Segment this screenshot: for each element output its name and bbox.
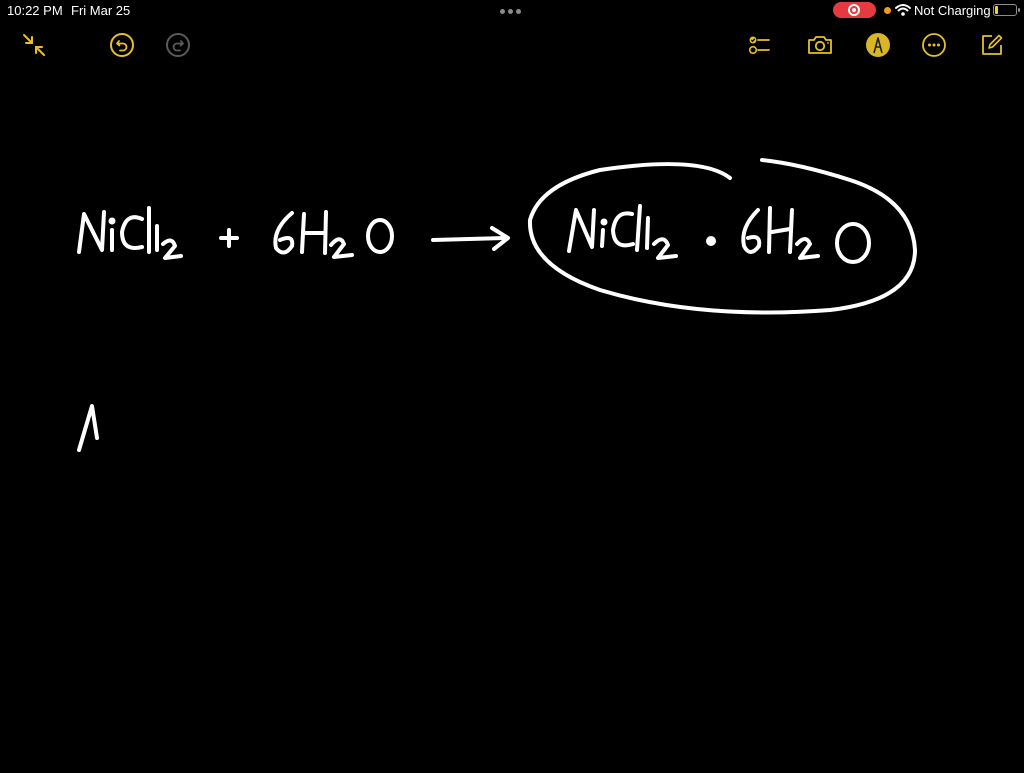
checklist-icon bbox=[748, 36, 770, 55]
collapse-button[interactable] bbox=[21, 32, 47, 58]
redo-button[interactable] bbox=[165, 32, 191, 58]
microphone-in-use-dot bbox=[884, 7, 891, 14]
status-time: 10:22 PM bbox=[7, 3, 63, 18]
pen-tip-icon bbox=[866, 33, 890, 57]
screen-recording-indicator[interactable] bbox=[833, 2, 876, 18]
camera-icon bbox=[808, 36, 832, 54]
arrows-in-icon bbox=[23, 34, 45, 56]
handwritten-reactant-nicl2 bbox=[77, 206, 183, 260]
drawing-canvas[interactable] bbox=[0, 70, 1024, 768]
more-button[interactable] bbox=[921, 32, 947, 58]
handwritten-6h2o bbox=[273, 210, 394, 259]
wifi-icon bbox=[895, 4, 911, 16]
undo-button[interactable] bbox=[109, 32, 135, 58]
checklist-button[interactable] bbox=[747, 32, 773, 58]
redo-icon bbox=[166, 33, 190, 57]
faint-background-text bbox=[340, 30, 690, 48]
battery-status-text: Not Charging bbox=[914, 3, 991, 18]
compose-icon bbox=[982, 34, 1003, 55]
undo-icon bbox=[110, 33, 134, 57]
handwritten-plus bbox=[219, 228, 239, 248]
status-date: Fri Mar 25 bbox=[71, 3, 131, 18]
markup-button[interactable] bbox=[865, 32, 891, 58]
multitasking-dots[interactable] bbox=[500, 9, 521, 14]
handwriting-layer bbox=[77, 158, 917, 452]
ellipsis-icon bbox=[922, 33, 946, 57]
status-bar: 10:22 PM Fri Mar 25 Not Charging bbox=[0, 0, 1024, 22]
camera-button[interactable] bbox=[806, 32, 834, 58]
record-icon bbox=[848, 4, 860, 16]
handwritten-arrow bbox=[431, 226, 510, 251]
new-note-button[interactable] bbox=[979, 32, 1005, 58]
handwritten-digit-1 bbox=[77, 404, 99, 452]
battery-icon bbox=[993, 4, 1020, 16]
handwritten-product-nicl2-6h2o bbox=[567, 204, 871, 264]
